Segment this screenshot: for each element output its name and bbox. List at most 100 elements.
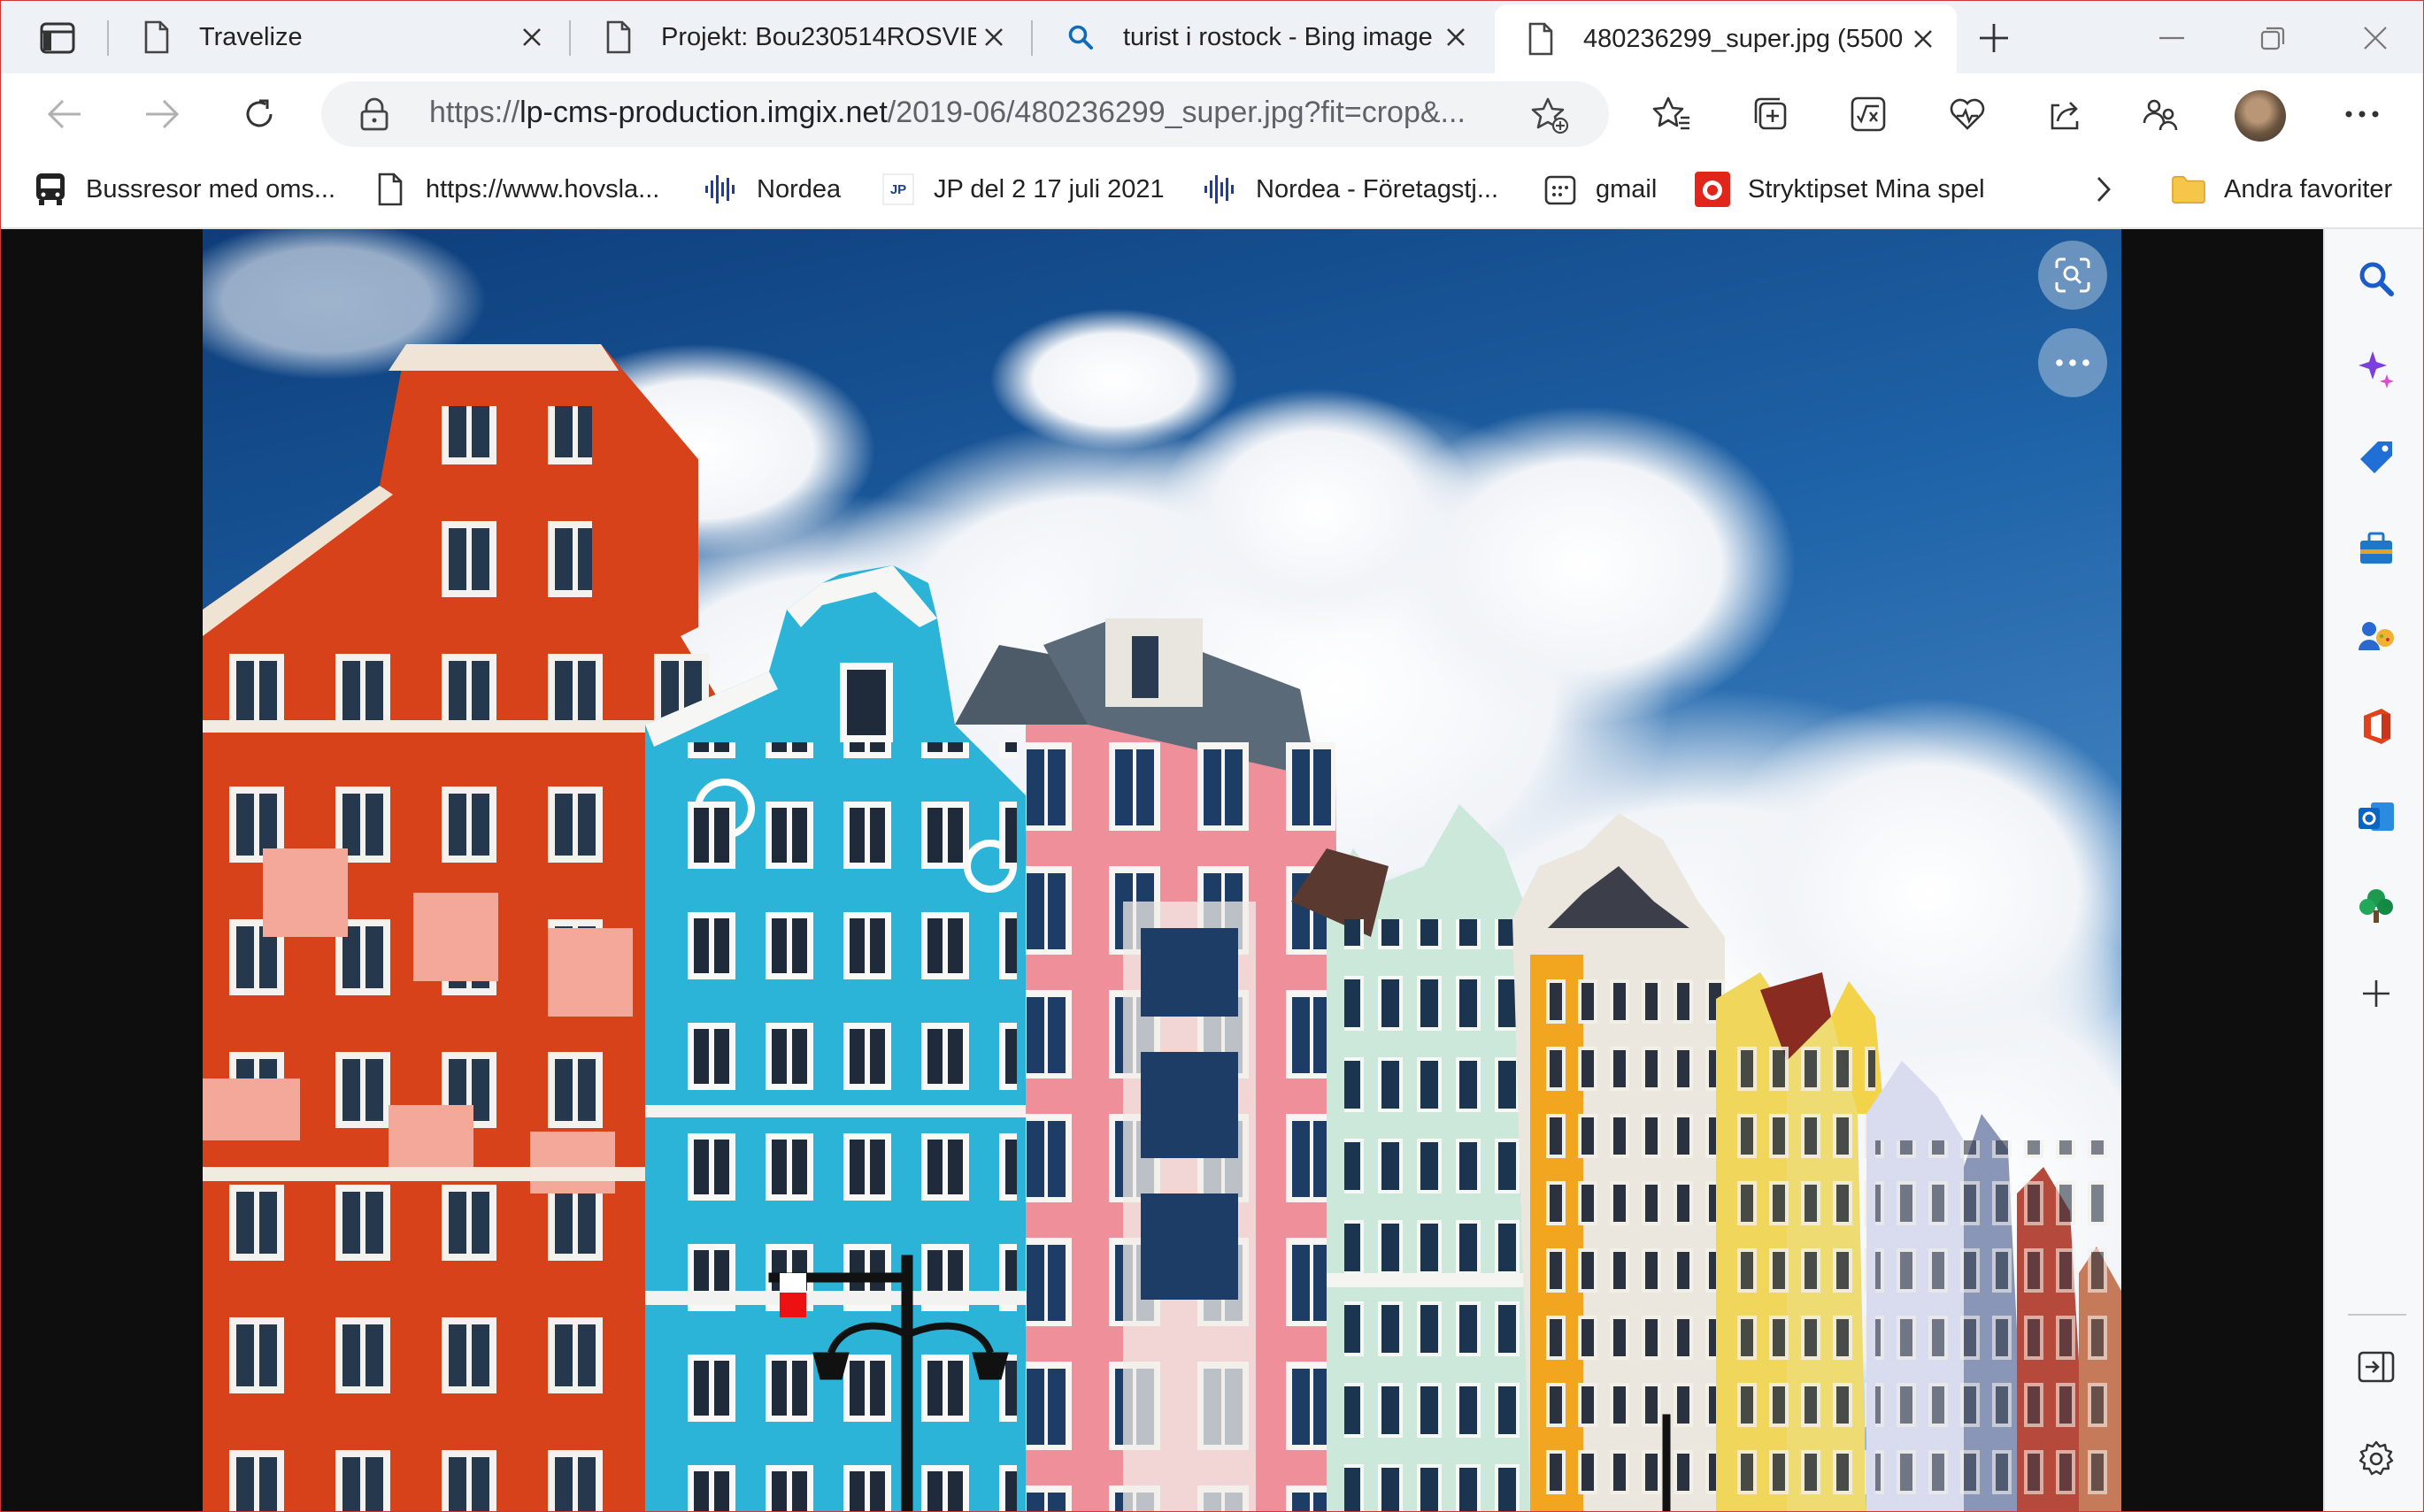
tab-travelize[interactable]: Travelize (111, 6, 566, 68)
heart-pulse-icon (1950, 98, 1985, 130)
sidebar-games[interactable] (2355, 615, 2397, 657)
url-text[interactable]: https://lp-cms-production.imgix.net/2019… (429, 96, 1509, 130)
forward-button[interactable] (139, 91, 185, 137)
more-horizontal-icon (2345, 111, 2379, 118)
favorite-label: Nordea - Företagstj... (1256, 174, 1498, 203)
toolbar: https://lp-cms-production.imgix.net/2019… (1, 73, 2423, 153)
more-horizontal-icon (2056, 359, 2089, 366)
favorite-label: Stryktipset Mina spel (1748, 174, 1985, 203)
rostock-houses-illustration (203, 229, 2121, 1511)
sidebar-add[interactable] (2355, 972, 2397, 1015)
close-tab-icon[interactable] (1438, 19, 1474, 55)
math-solver-button[interactable] (1845, 91, 1891, 137)
favorites-button[interactable] (1649, 91, 1695, 137)
page-icon (141, 19, 173, 55)
favorite-item[interactable]: Stryktipset Mina spel (1695, 169, 1985, 210)
rostock-houses-photo[interactable] (203, 229, 2121, 1511)
image-more-options-button[interactable] (2038, 328, 2107, 397)
more-favorites-button[interactable] (2095, 169, 2112, 210)
math-solver-icon (1851, 96, 1886, 132)
favorite-item[interactable]: gmail (1543, 169, 1657, 210)
favorites-icon (1652, 96, 1689, 130)
address-bar[interactable]: https://lp-cms-production.imgix.net/2019… (321, 81, 1609, 147)
lock-icon[interactable] (358, 97, 390, 131)
search-icon (2359, 262, 2394, 296)
add-favorite-icon[interactable] (1530, 96, 1569, 134)
favorite-label: Bussresor med oms... (86, 174, 336, 203)
ornate-white-building (1512, 813, 1725, 1511)
url-path: /2019-06/480236299_super.jpg?fit=crop&..… (887, 96, 1466, 129)
bing-search-icon (1065, 19, 1097, 55)
tab-title: 480236299_super.jpg (5500 (1583, 24, 1904, 53)
office-icon (2364, 709, 2390, 744)
sidebar-outlook[interactable] (2355, 795, 2397, 838)
close-window-button[interactable] (2344, 13, 2406, 63)
visual-search-button[interactable] (2038, 241, 2107, 310)
minimize-button[interactable] (2141, 13, 2203, 63)
tab-active-image[interactable]: 480236299_super.jpg (5500 (1495, 4, 1957, 73)
plus-icon (1980, 24, 2008, 52)
tab-actions-button[interactable] (19, 15, 96, 61)
browser-essentials-button[interactable] (1944, 91, 1990, 137)
sidebar-copilot[interactable] (2355, 348, 2397, 390)
favorite-label: gmail (1596, 174, 1658, 203)
url-protocol: https:// (429, 96, 520, 129)
close-tab-icon[interactable] (976, 19, 1012, 55)
collections-button[interactable] (1748, 91, 1794, 137)
sidebar-search[interactable] (2355, 257, 2397, 300)
tab-bing-images[interactable]: turist i rostock - Bing image (1035, 6, 1489, 68)
other-favorites-label: Andra favoriter (2224, 174, 2393, 203)
settings-and-more-button[interactable] (2339, 91, 2385, 137)
new-tab-button[interactable] (1971, 15, 2017, 61)
share-button[interactable] (2042, 91, 2088, 137)
sidebar-settings[interactable] (2355, 1438, 2397, 1480)
sidebar-tools[interactable] (2355, 526, 2397, 569)
url-host: lp-cms-production.imgix.net (519, 96, 888, 129)
sidebar-separator (2348, 1314, 2406, 1316)
folder-icon (2171, 172, 2206, 207)
profile-avatar[interactable] (2235, 90, 2286, 142)
refresh-button[interactable] (236, 91, 282, 137)
refresh-icon (246, 99, 273, 127)
tab-title: Projekt: Bou230514ROSVIE (661, 22, 976, 51)
tab-projekt[interactable]: Projekt: Bou230514ROSVIE (573, 6, 1027, 68)
favorites-bar: Bussresor med oms... https://www.hovsla.… (1, 153, 2423, 229)
bus-icon (33, 172, 68, 207)
tab-separator (107, 20, 109, 56)
arrow-right-icon (146, 99, 180, 129)
svenska-spel-icon (1695, 172, 1730, 207)
collections-icon (1754, 97, 1787, 130)
copilot-icon (2359, 351, 2394, 388)
back-button[interactable] (42, 91, 88, 137)
favorite-label: Nordea (757, 174, 842, 203)
sidebar-tree[interactable] (2355, 884, 2397, 926)
mint-building (1291, 804, 1548, 1511)
close-tab-icon[interactable] (1905, 21, 1941, 57)
favorite-label: https://www.hovsla... (426, 174, 660, 203)
tab-actions-icon (40, 22, 75, 54)
nordea-icon (704, 172, 739, 207)
share-icon (2051, 102, 2079, 130)
extensions-button[interactable] (2137, 91, 2183, 137)
sidebar-office[interactable] (2355, 705, 2397, 748)
favorite-item[interactable]: Nordea (704, 169, 841, 210)
games-icon (2359, 622, 2394, 650)
visual-search-icon (2055, 257, 2090, 293)
split-screen-icon (2358, 1351, 2395, 1383)
restore-button[interactable] (2242, 13, 2304, 63)
sidebar-split-screen[interactable] (2355, 1346, 2397, 1388)
other-favorites-folder[interactable]: Andra favoriter (2171, 169, 2392, 210)
people-sync-icon (2143, 99, 2178, 131)
close-tab-icon[interactable] (514, 19, 550, 55)
favorite-item[interactable]: https://www.hovsla... (373, 169, 659, 210)
minimize-icon (2159, 36, 2184, 40)
tab-separator (1031, 20, 1033, 56)
favorite-item[interactable]: Nordea - Företagstj... (1203, 169, 1498, 210)
favorite-label: JP del 2 17 juli 2021 (934, 174, 1165, 203)
page-icon (603, 19, 635, 55)
sidebar-shopping[interactable] (2355, 436, 2397, 479)
favorite-item[interactable]: JP JP del 2 17 juli 2021 (881, 169, 1165, 210)
arrow-left-icon (47, 99, 81, 129)
outlook-icon (2359, 802, 2394, 831)
favorite-item[interactable]: Bussresor med oms... (33, 169, 335, 210)
